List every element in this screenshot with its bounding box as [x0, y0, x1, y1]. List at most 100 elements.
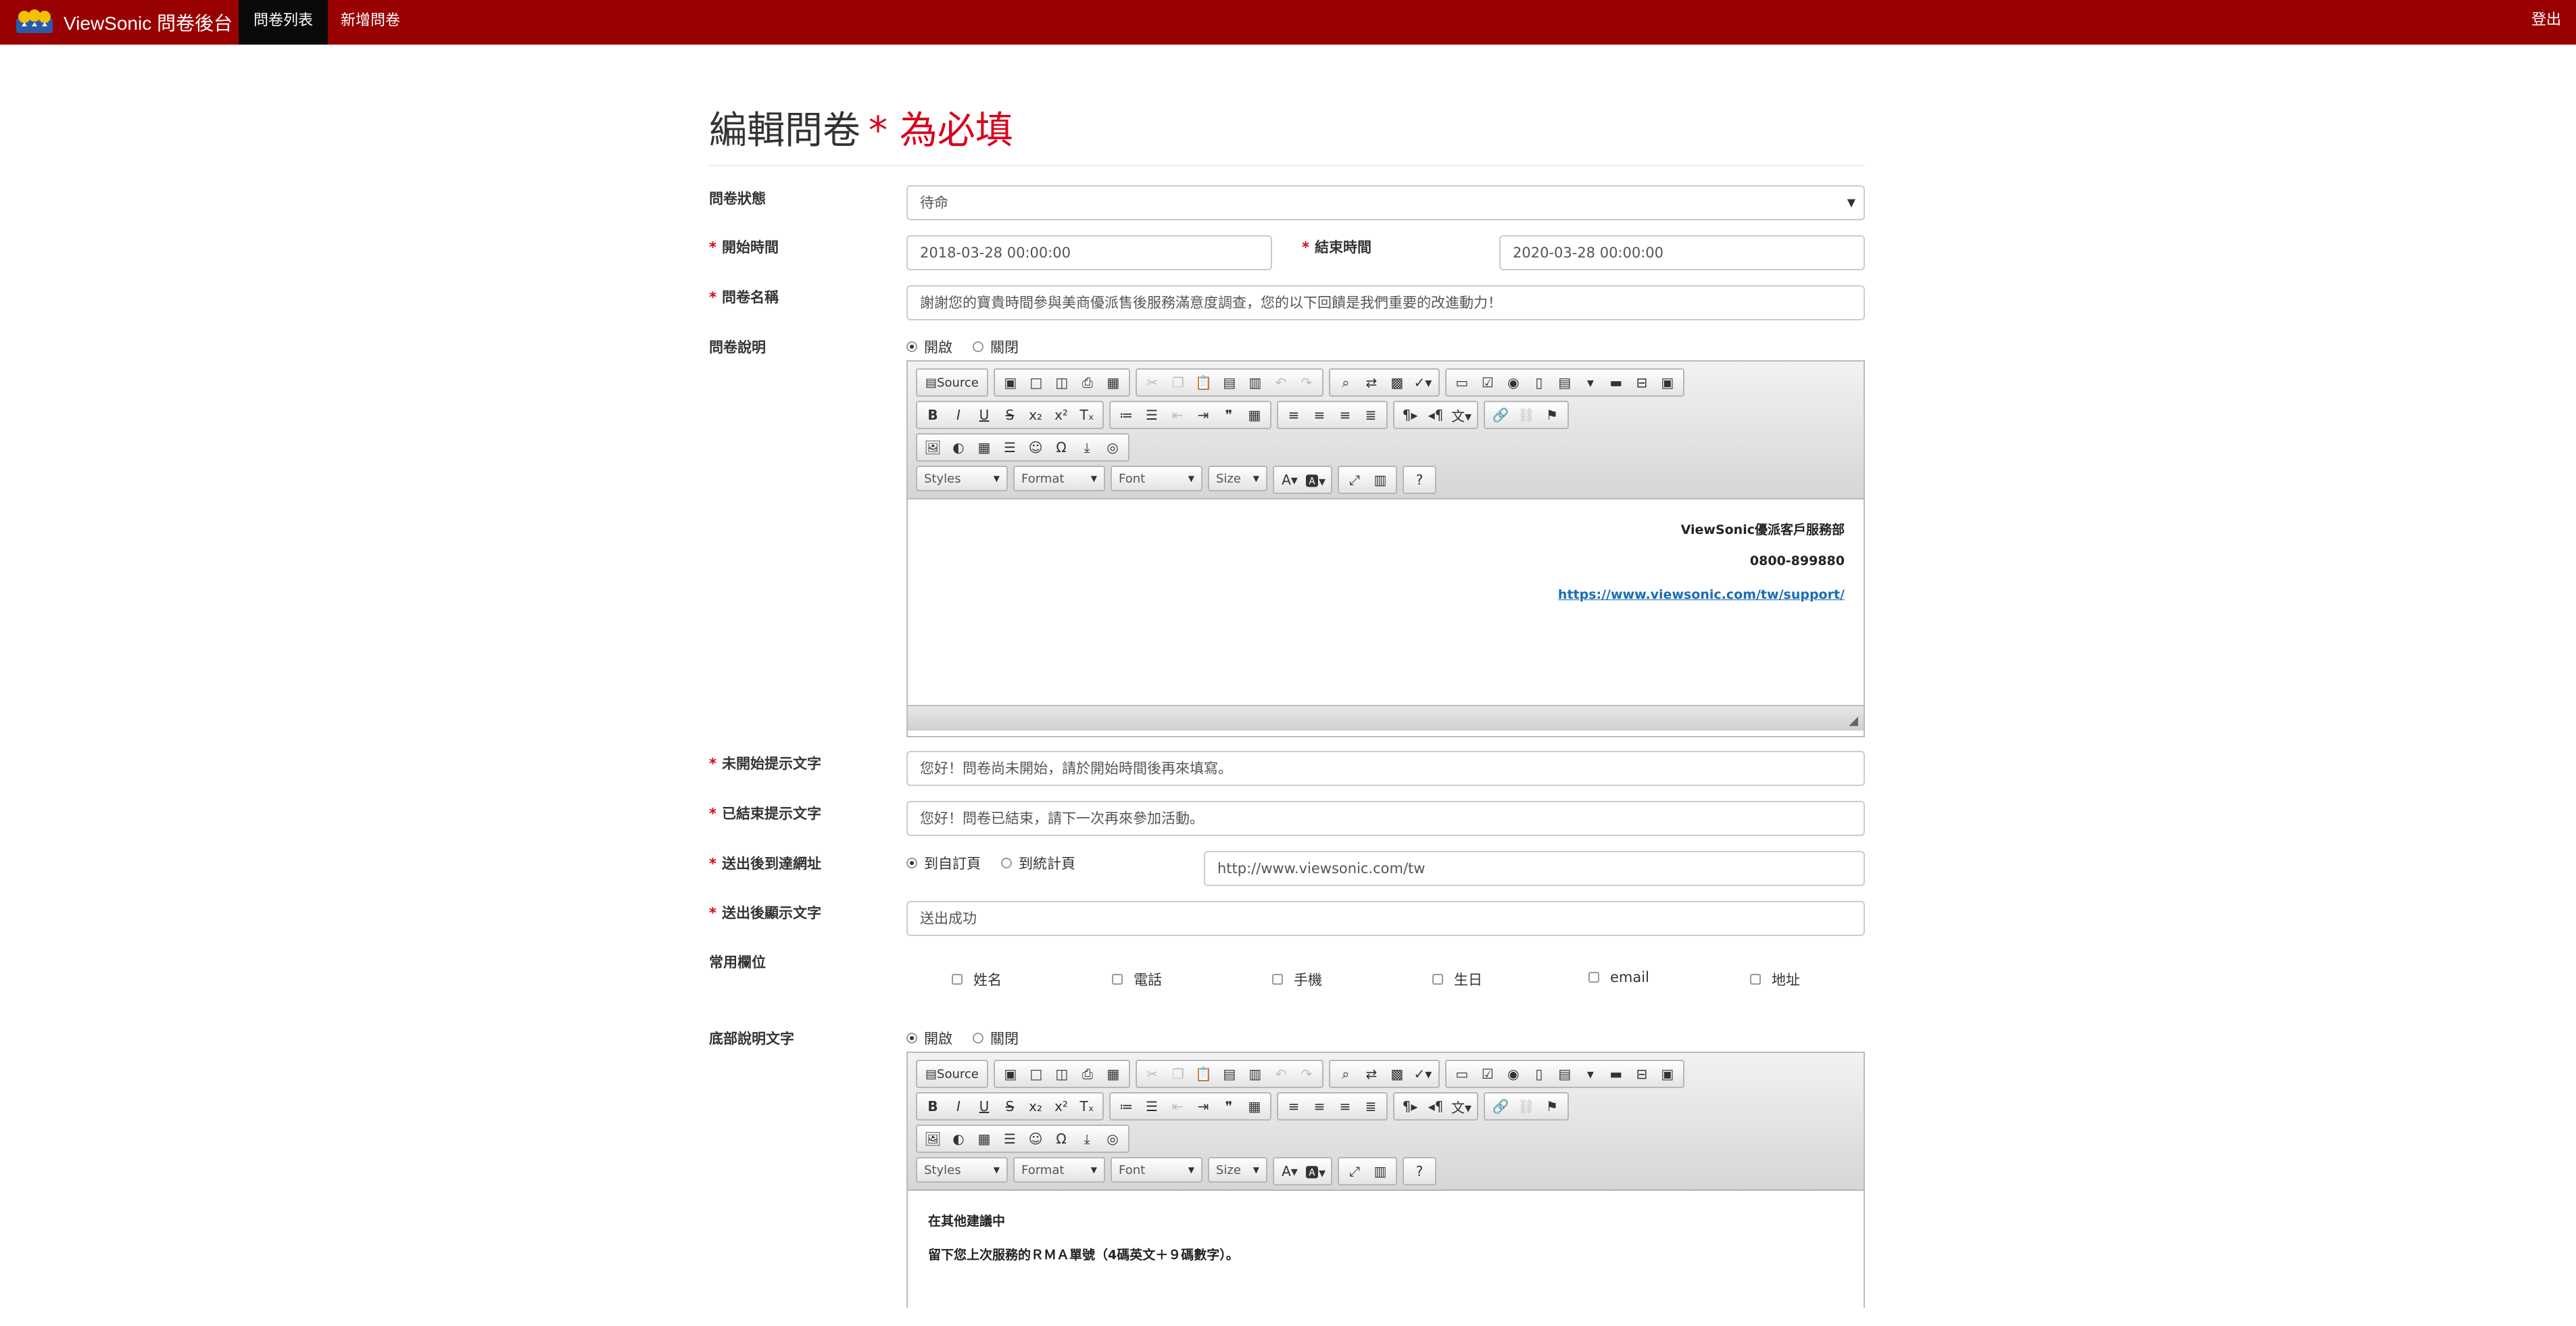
size-combo[interactable]: Size ▼ — [1208, 1157, 1267, 1183]
link-icon[interactable]: 🔗 — [1488, 403, 1513, 426]
unlink-icon[interactable]: ⛓ — [1513, 1095, 1539, 1118]
align-left-icon[interactable]: ≡ — [1281, 1095, 1307, 1118]
align-right-icon[interactable]: ≡ — [1332, 1095, 1358, 1118]
horizontal-rule-icon[interactable]: ☰ — [997, 436, 1023, 459]
print-icon[interactable]: ⎙ — [1075, 1062, 1100, 1085]
find-icon[interactable]: ⌕ — [1333, 371, 1359, 394]
save-icon[interactable]: ▣ — [998, 1062, 1023, 1085]
nav-tab-add-survey[interactable]: 新增問卷 — [326, 0, 415, 45]
align-center-icon[interactable]: ≡ — [1307, 403, 1332, 426]
bold-icon[interactable]: B — [920, 403, 946, 426]
copy-icon[interactable]: ❐ — [1165, 1062, 1191, 1085]
font-combo[interactable]: Font ▼ — [1111, 1157, 1202, 1183]
styles-combo[interactable]: Styles ▼ — [916, 466, 1008, 491]
replace-icon[interactable]: ⇄ — [1359, 1062, 1384, 1085]
redo-icon[interactable]: ↷ — [1294, 371, 1319, 394]
blockquote-icon[interactable]: ❞ — [1216, 403, 1242, 426]
text-color-icon[interactable]: A▾ — [1277, 468, 1303, 491]
textfield-icon[interactable]: ▯ — [1526, 371, 1552, 394]
checkbox[interactable] — [1112, 974, 1123, 985]
description-support-link[interactable]: https://www.viewsonic.com/tw/support/ — [1558, 587, 1845, 602]
common-field-phone[interactable]: 電話 — [1112, 969, 1162, 989]
footer-on-radio[interactable] — [906, 1033, 917, 1043]
paste-text-icon[interactable]: ▤ — [1217, 1062, 1242, 1085]
checkbox[interactable] — [1432, 974, 1443, 985]
radio-icon[interactable]: ◉ — [1501, 1062, 1526, 1085]
redo-icon[interactable]: ↷ — [1294, 1062, 1319, 1085]
templates-icon[interactable]: ▦ — [1100, 1062, 1126, 1085]
text-color-icon[interactable]: A▾ — [1277, 1160, 1303, 1183]
checkbox[interactable] — [1750, 974, 1761, 985]
textarea-icon[interactable]: ▤ — [1552, 1062, 1578, 1085]
common-field-address[interactable]: 地址 — [1750, 969, 1800, 989]
outdent-icon[interactable]: ⇤ — [1165, 1095, 1190, 1118]
justify-icon[interactable]: ≣ — [1358, 1095, 1384, 1118]
help-icon[interactable]: ? — [1407, 1160, 1432, 1183]
cut-icon[interactable]: ✂ — [1140, 371, 1165, 394]
find-icon[interactable]: ⌕ — [1333, 1062, 1359, 1085]
bulleted-list-icon[interactable]: ☰ — [1139, 1095, 1165, 1118]
spellcheck-icon[interactable]: ✓▾ — [1410, 371, 1436, 394]
redirect-url-input[interactable]: http://www.viewsonic.com/tw — [1204, 851, 1865, 886]
numbered-list-icon[interactable]: ≔ — [1113, 403, 1139, 426]
italic-icon[interactable]: I — [946, 403, 971, 426]
templates-icon[interactable]: ▦ — [1100, 371, 1126, 394]
textfield-icon[interactable]: ▯ — [1526, 1062, 1552, 1085]
iframe-icon[interactable]: ◎ — [1100, 1127, 1125, 1150]
undo-icon[interactable]: ↶ — [1268, 1062, 1294, 1085]
align-left-icon[interactable]: ≡ — [1281, 403, 1307, 426]
rtl-icon[interactable]: ◂¶ — [1423, 403, 1449, 426]
italic-icon[interactable]: I — [946, 1095, 971, 1118]
language-icon[interactable]: 文▾ — [1449, 403, 1474, 426]
special-char-icon[interactable]: Ω — [1048, 436, 1074, 459]
resize-handle-icon[interactable]: ◢ — [1849, 714, 1858, 728]
smiley-icon[interactable]: ☺ — [1023, 436, 1048, 459]
font-combo[interactable]: Font ▼ — [1111, 466, 1202, 491]
description-editor-body[interactable]: ViewSonic優派客戶服務部 0800-899880 https://www… — [908, 499, 1864, 705]
start-time-input[interactable]: 2018-03-28 00:00:00 — [906, 235, 1272, 270]
hidden-field-icon[interactable]: ▣ — [1655, 371, 1680, 394]
submit-text-input[interactable]: 送出成功 — [906, 901, 1865, 936]
size-combo[interactable]: Size ▼ — [1208, 466, 1267, 491]
checkbox-icon[interactable]: ☑ — [1475, 371, 1501, 394]
source-button[interactable]: ▤ Source — [920, 1062, 984, 1085]
survey-name-input[interactable]: 謝謝您的寶貴時間參與美商優派售後服務滿意度調查，您的以下回饋是我們重要的改進動力… — [906, 285, 1865, 320]
spellcheck-icon[interactable]: ✓▾ — [1410, 1062, 1436, 1085]
format-combo[interactable]: Format ▼ — [1013, 466, 1105, 491]
redirect-stats-radio[interactable] — [1001, 858, 1012, 868]
source-button[interactable]: ▤ Source — [920, 371, 984, 394]
unlink-icon[interactable]: ⛓ — [1513, 403, 1539, 426]
format-combo[interactable]: Format ▼ — [1013, 1157, 1105, 1183]
common-field-mobile[interactable]: 手機 — [1272, 969, 1322, 989]
description-on-radio[interactable] — [906, 341, 917, 352]
strike-icon[interactable]: S — [997, 1095, 1023, 1118]
underline-icon[interactable]: U — [971, 403, 997, 426]
replace-icon[interactable]: ⇄ — [1359, 371, 1384, 394]
select-icon[interactable]: ▾ — [1578, 1062, 1603, 1085]
new-page-icon[interactable]: □ — [1023, 1062, 1049, 1085]
special-char-icon[interactable]: Ω — [1048, 1127, 1074, 1150]
align-right-icon[interactable]: ≡ — [1332, 403, 1358, 426]
paste-icon[interactable]: 📋 — [1191, 1062, 1217, 1085]
help-icon[interactable]: ? — [1407, 468, 1432, 491]
paste-word-icon[interactable]: ▥ — [1242, 371, 1268, 394]
preview-icon[interactable]: ◫ — [1049, 371, 1075, 394]
show-blocks-icon[interactable]: ▥ — [1367, 1160, 1393, 1183]
button-icon[interactable]: ▬ — [1603, 1062, 1629, 1085]
common-field-name[interactable]: 姓名 — [952, 969, 1002, 989]
save-icon[interactable]: ▣ — [998, 371, 1023, 394]
end-time-input[interactable]: 2020-03-28 00:00:00 — [1499, 235, 1865, 270]
smiley-icon[interactable]: ☺ — [1023, 1127, 1048, 1150]
anchor-icon[interactable]: ⚑ — [1539, 403, 1565, 426]
paste-text-icon[interactable]: ▤ — [1217, 371, 1242, 394]
blockquote-icon[interactable]: ❞ — [1216, 1095, 1242, 1118]
maximize-icon[interactable]: ⤢ — [1342, 468, 1367, 491]
form-icon[interactable]: ▭ — [1449, 1062, 1475, 1085]
numbered-list-icon[interactable]: ≔ — [1113, 1095, 1139, 1118]
bulleted-list-icon[interactable]: ☰ — [1139, 403, 1165, 426]
logout-link[interactable]: 登出 — [2531, 0, 2561, 45]
anchor-icon[interactable]: ⚑ — [1539, 1095, 1565, 1118]
redirect-custom-radio[interactable] — [906, 858, 917, 868]
form-icon[interactable]: ▭ — [1449, 371, 1475, 394]
print-icon[interactable]: ⎙ — [1075, 371, 1100, 394]
